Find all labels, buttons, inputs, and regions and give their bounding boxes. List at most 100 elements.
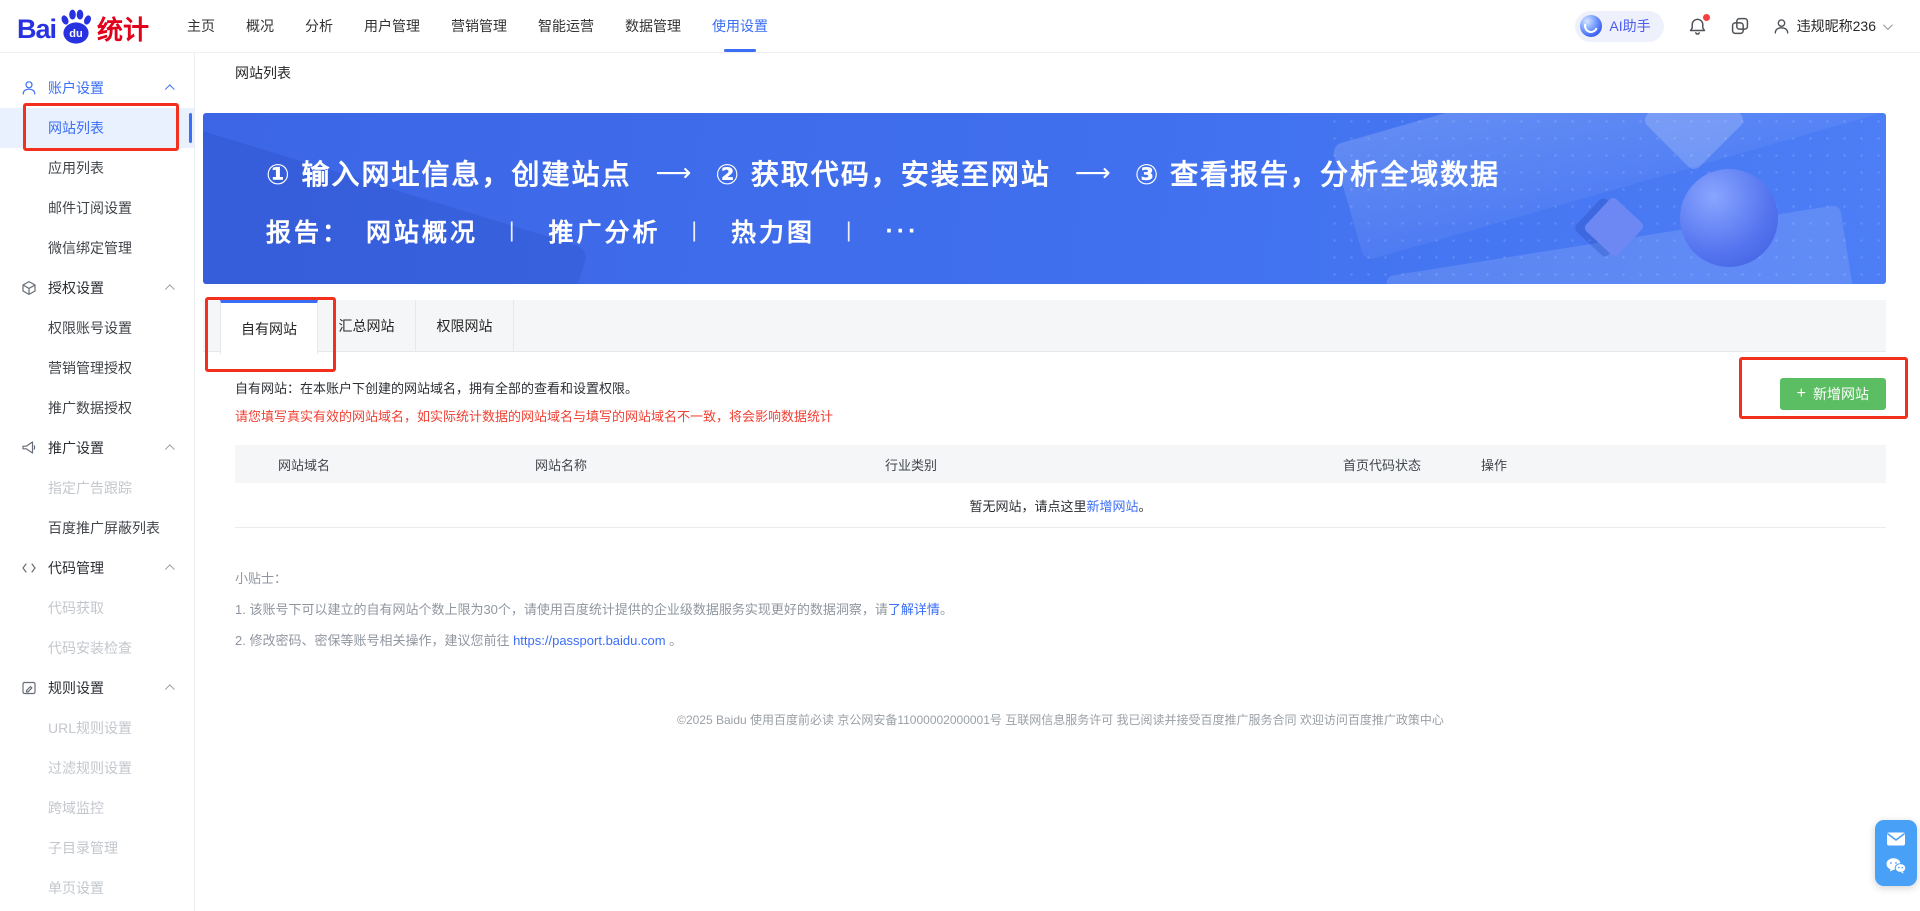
section-label: 授权设置 <box>48 280 104 296</box>
section-label: 代码管理 <box>48 560 104 576</box>
sidebar-item-promotion-data-authorization[interactable]: 推广数据授权 <box>0 388 194 428</box>
section-label: 账户设置 <box>48 80 104 96</box>
column-header-site-name: 网站名称 <box>535 457 588 473</box>
panel-description-block: 自有网站：在本账户下创建的网站域名，拥有全部的查看和设置权限。 请您填写真实有效… <box>235 378 833 425</box>
sidebar-section-authorization-settings[interactable]: 授权设置 <box>0 268 194 308</box>
tip-line-1: 1. 该账号下可以建立的自有网站个数上限为30个，请使用百度统计提供的企业级数据… <box>235 599 1886 618</box>
banner-steps: ① 输入网址信息，创建站点 ⟶ ② 获取代码，安装至网站 ⟶ ③ 查看报告，分析… <box>266 153 1500 193</box>
column-header-industry: 行业类别 <box>885 457 938 473</box>
item-label: URL规则设置 <box>48 720 133 736</box>
code-icon <box>22 563 36 573</box>
nav-item-user-management[interactable]: 用户管理 <box>364 0 420 52</box>
main-content: 网站列表 ① 输入网址信息，创建站点 ⟶ ② 获取代码，安装至网站 ⟶ ③ 查看… <box>195 52 1920 911</box>
plus-icon: + <box>1796 385 1806 402</box>
ai-assistant-button[interactable]: AI助手 <box>1575 10 1664 42</box>
sidebar-item-designated-ad-tracking: 指定广告跟踪 <box>0 468 194 508</box>
panel-warning: 请您填写真实有效的网站域名，如实际统计数据的网站域名与填写的网站域名不一致，将会… <box>235 409 834 424</box>
item-label: 邮件订阅设置 <box>48 200 132 216</box>
cube-icon <box>22 281 36 295</box>
sidebar-item-cross-domain-monitoring: 跨域监控 <box>0 788 194 828</box>
contact-widget <box>1875 820 1917 886</box>
sidebar: 账户设置 网站列表 应用列表 邮件订阅设置 微信绑定管理 授权设置 权限账号设置… <box>0 52 195 911</box>
passport-link[interactable]: https://passport.baidu.com <box>513 633 665 648</box>
chevron-up-icon <box>164 563 175 574</box>
sidebar-section-rule-settings[interactable]: 规则设置 <box>0 668 194 708</box>
section-label: 推广设置 <box>48 440 104 456</box>
item-label: 推广数据授权 <box>48 400 132 416</box>
item-label: 微信绑定管理 <box>48 240 132 256</box>
sidebar-item-code-installation-check: 代码安装检查 <box>0 628 194 668</box>
account-user-icon <box>22 81 36 95</box>
item-label: 代码获取 <box>48 600 104 616</box>
feedback-mail-button[interactable] <box>1886 831 1906 847</box>
chevron-down-icon <box>1882 19 1893 30</box>
user-account-menu[interactable]: 违规昵称236 <box>1773 16 1893 36</box>
page-footer: ©2025 Baidu 使用百度前必读 京公网安备11000002000001号… <box>677 713 1444 727</box>
sidebar-item-app-list[interactable]: 应用列表 <box>0 148 194 188</box>
logo-text-bai: Bai <box>17 14 57 44</box>
nav-item-data-management[interactable]: 数据管理 <box>625 0 681 52</box>
username-label: 违规昵称236 <box>1796 18 1876 34</box>
link-icon <box>1731 17 1748 35</box>
tip-1-suffix: 。 <box>939 602 953 617</box>
top-nav-menu: 主页 概况 分析 用户管理 营销管理 智能运营 数据管理 使用设置 <box>187 0 768 52</box>
item-label: 过滤规则设置 <box>48 760 132 776</box>
column-header-domain: 网站域名 <box>278 457 331 473</box>
chevron-up-icon <box>164 683 175 694</box>
sidebar-item-website-list[interactable]: 网站列表 <box>0 108 194 148</box>
baidu-tongji-logo[interactable]: Bai du 统计 <box>17 9 149 44</box>
tip-2-text: 2. 修改密码、密保等账号相关操作，建议您前往 <box>235 633 514 648</box>
sidebar-section-promotion-settings[interactable]: 推广设置 <box>0 428 194 468</box>
item-label: 百度推广屏蔽列表 <box>48 520 160 536</box>
column-header-actions: 操作 <box>1481 457 1508 473</box>
panel-description: 自有网站：在本账户下创建的网站域名，拥有全部的查看和设置权限。 <box>235 381 639 396</box>
add-website-button[interactable]: + 新增网站 <box>1779 378 1886 410</box>
banner-reports-label: 报告： <box>266 219 351 247</box>
sidebar-section-account-settings[interactable]: 账户设置 <box>0 68 194 108</box>
link-tools-button[interactable] <box>1731 17 1749 35</box>
top-nav-bar: Bai du 统计 主页 概况 分析 用户管理 营销管理 智能运营 数据管理 使… <box>0 0 1920 53</box>
nav-item-usage-settings[interactable]: 使用设置 <box>712 0 768 52</box>
learn-more-link[interactable]: 了解详情 <box>888 602 940 617</box>
sidebar-section-code-management[interactable]: 代码管理 <box>0 548 194 588</box>
item-label: 跨域监控 <box>48 800 104 816</box>
nav-item-marketing-management[interactable]: 营销管理 <box>451 0 507 52</box>
tips-title: 小贴士： <box>235 571 288 586</box>
sidebar-item-permission-account-settings[interactable]: 权限账号设置 <box>0 308 194 348</box>
wechat-icon <box>1886 858 1907 874</box>
banner-reports: 报告： 网站概况 | 推广分析 | 热力图 | ··· <box>266 213 919 249</box>
nav-item-analysis[interactable]: 分析 <box>305 0 333 52</box>
nav-item-home[interactable]: 主页 <box>187 0 215 52</box>
tab-permission-websites[interactable]: 权限网站 <box>416 300 514 351</box>
divider: | <box>509 219 518 242</box>
breadcrumb: 网站列表 <box>235 64 291 81</box>
baidu-paw-icon: du <box>61 9 92 44</box>
column-header-code-status: 首页代码状态 <box>1343 457 1422 473</box>
notification-bell-button[interactable] <box>1688 13 1710 36</box>
nav-item-overview[interactable]: 概况 <box>246 0 274 52</box>
sidebar-item-filter-rule-settings: 过滤规则设置 <box>0 748 194 788</box>
ai-assistant-label: AI助手 <box>1609 18 1651 34</box>
sidebar-item-wechat-binding-management[interactable]: 微信绑定管理 <box>0 228 194 268</box>
section-label: 规则设置 <box>48 680 104 696</box>
arrow-right-icon: ⟶ <box>1074 159 1111 187</box>
nav-item-smart-operation[interactable]: 智能运营 <box>538 0 594 52</box>
sidebar-item-subdirectory-management: 子目录管理 <box>0 828 194 868</box>
banner-decoration <box>203 126 589 284</box>
item-label: 指定广告跟踪 <box>48 480 132 496</box>
wechat-contact-button[interactable] <box>1885 857 1907 875</box>
empty-state-add-link[interactable]: 新增网站 <box>1086 496 1138 515</box>
table-header-row: 网站域名 网站名称 行业类别 首页代码状态 操作 <box>235 445 1886 483</box>
user-area: AI助手 违规昵称236 <box>1575 10 1893 42</box>
sidebar-item-baidu-promotion-block-list[interactable]: 百度推广屏蔽列表 <box>0 508 194 548</box>
sidebar-item-url-rule-settings: URL规则设置 <box>0 708 194 748</box>
banner-report-item: 网站概况 <box>366 219 479 247</box>
tip-1-text: 1. 该账号下可以建立的自有网站个数上限为30个，请使用百度统计提供的企业级数据… <box>235 602 888 617</box>
tab-summary-websites[interactable]: 汇总网站 <box>318 300 416 351</box>
tip-2-suffix: 。 <box>665 633 683 648</box>
item-label: 代码安装检查 <box>48 640 132 656</box>
tab-own-websites[interactable]: 自有网站 <box>220 300 318 354</box>
banner-step-3: ③ 查看报告，分析全域数据 <box>1134 159 1501 190</box>
sidebar-item-marketing-management-authorization[interactable]: 营销管理授权 <box>0 348 194 388</box>
sidebar-item-email-subscription-settings[interactable]: 邮件订阅设置 <box>0 188 194 228</box>
